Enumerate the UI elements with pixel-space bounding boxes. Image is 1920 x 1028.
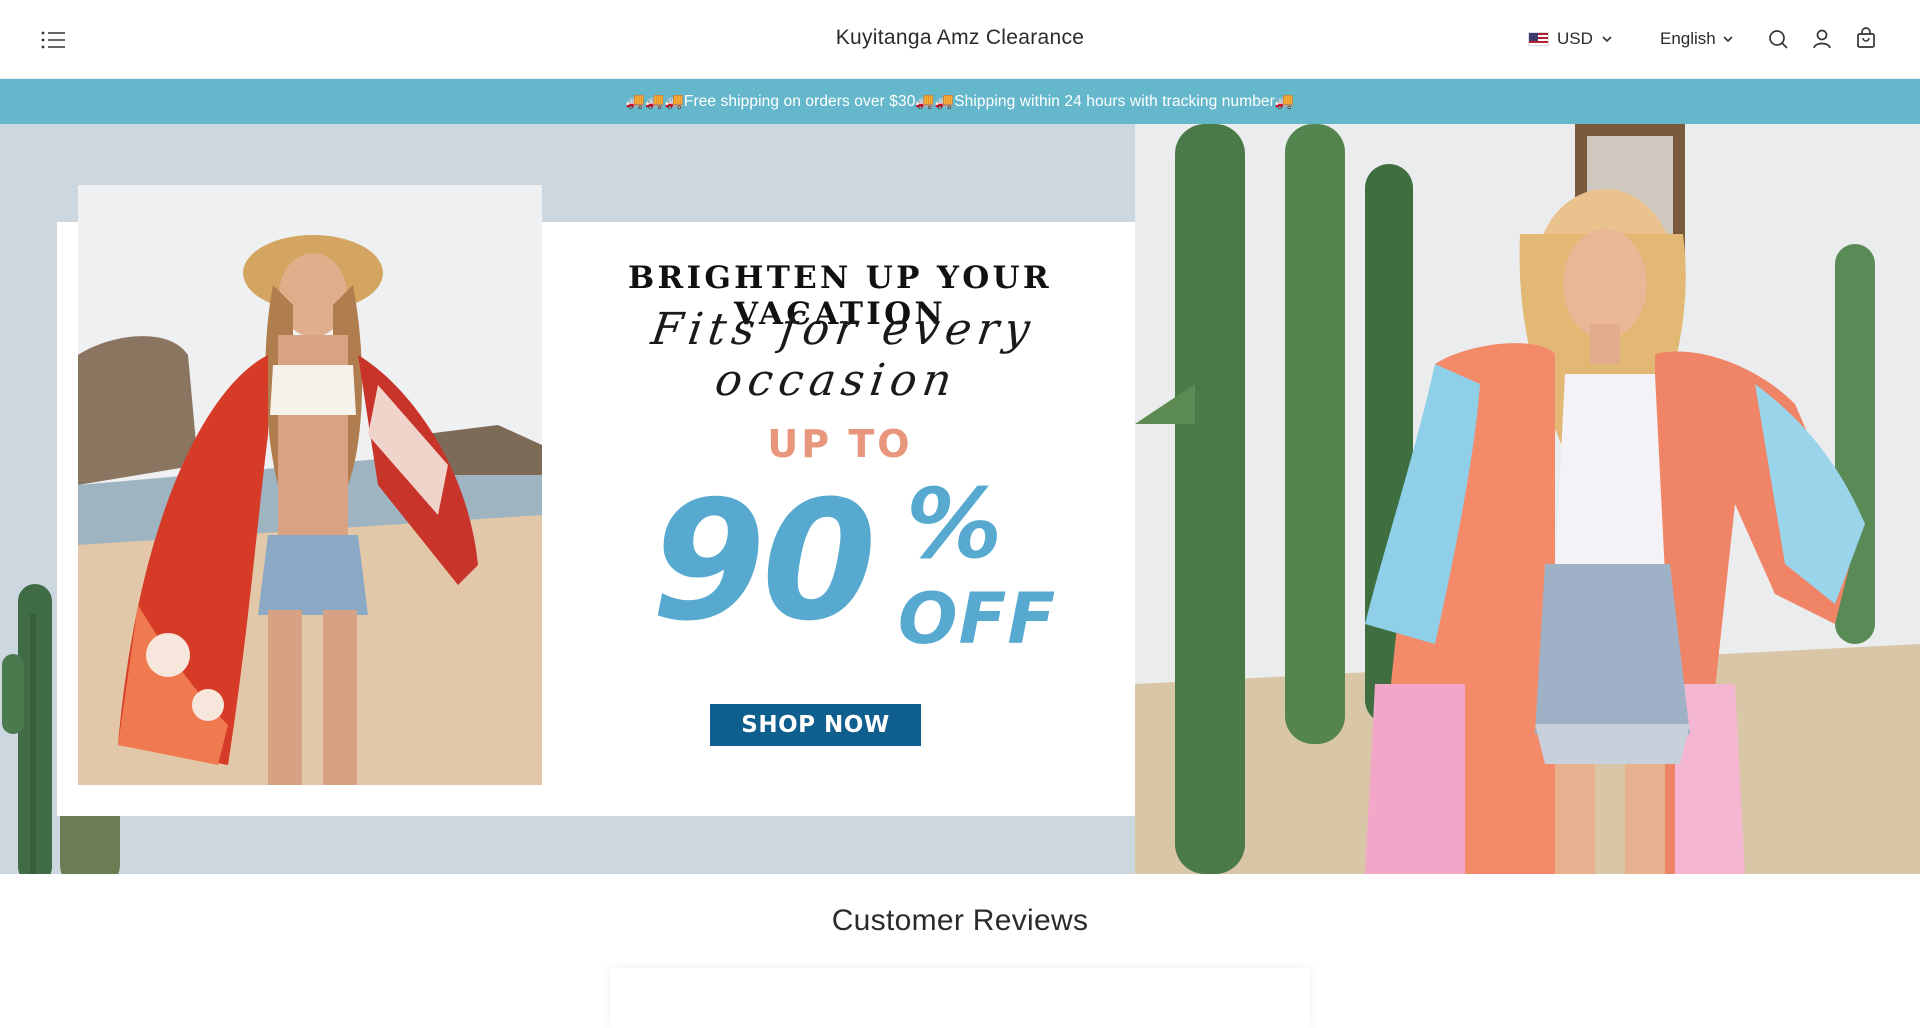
off-label: OFF [898,578,1057,660]
discount-number: 90 [651,465,877,657]
currency-label: USD [1557,29,1593,48]
store-title[interactable]: Kuyitanga Amz Clearance [0,26,1920,50]
shop-now-button[interactable]: SHOP NOW [710,704,921,746]
us-flag-icon [1528,32,1549,46]
search-icon[interactable] [1766,27,1790,51]
chevron-down-icon [1602,36,1612,43]
up-to-label: UP TO [767,422,913,466]
hero-banner[interactable]: BRIGHTEN UP YOUR VACATION Fits for every… [0,124,1920,874]
account-icon[interactable] [1810,27,1834,51]
hero-tagline: Fits for every occasion [648,304,1039,406]
language-selector[interactable]: English [1660,28,1734,50]
announcement-bar: 🚚🚚🚚Free shipping on orders over $30🚚🚚Shi… [0,79,1920,124]
language-label: English [1660,29,1716,48]
chevron-down-icon [1723,36,1733,43]
hero-photo-right [1135,124,1920,874]
hero-photo-left [78,185,542,785]
site-header: Kuyitanga Amz Clearance USD English [0,0,1920,79]
announcement-text: 🚚🚚🚚Free shipping on orders over $30🚚🚚Shi… [625,93,1295,110]
currency-selector[interactable]: USD [1528,28,1613,50]
cart-icon[interactable] [1854,27,1878,51]
section-title-reviews: Customer Reviews [831,904,1089,937]
percent-sign: % [906,468,1003,580]
review-card [610,968,1310,1028]
